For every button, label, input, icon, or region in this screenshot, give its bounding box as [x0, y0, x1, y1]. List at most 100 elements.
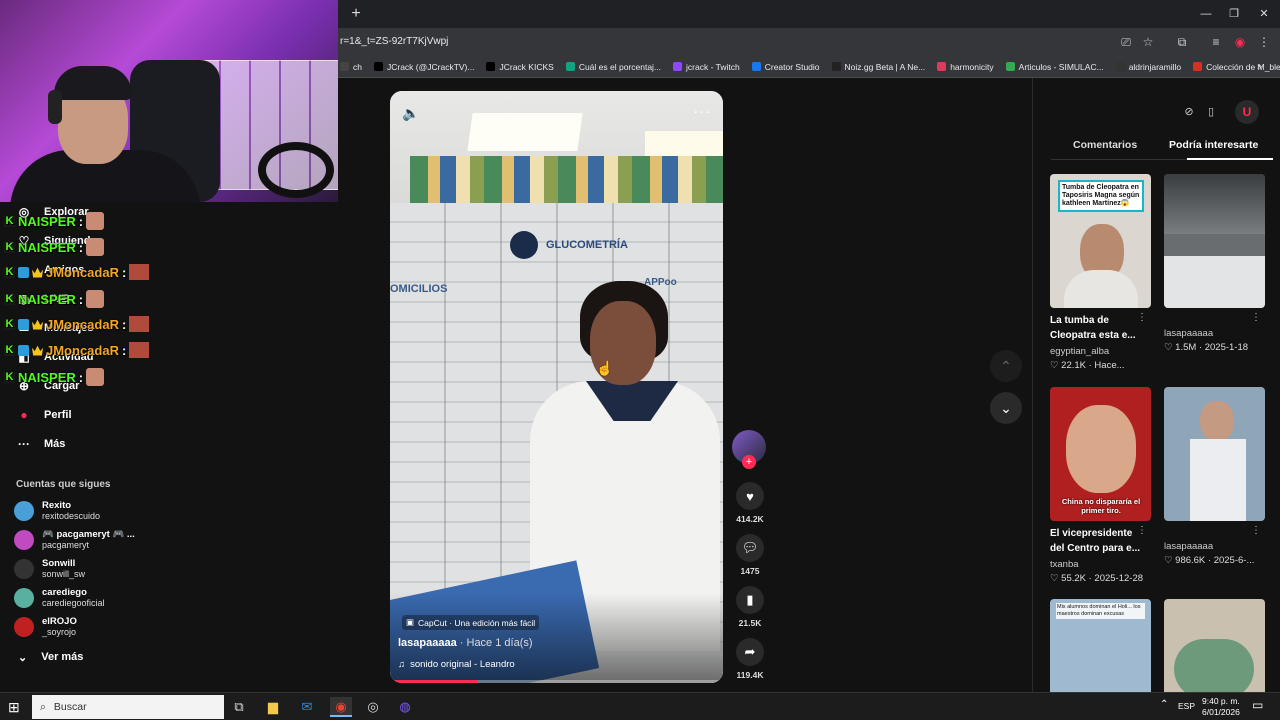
taskbar-search-input[interactable]: ⌕ Buscar	[32, 695, 224, 719]
video-thumbnail[interactable]: China no dispararía el primer tiro.	[1050, 387, 1151, 521]
bookmarks-more-button[interactable]: »	[1257, 61, 1262, 71]
clock[interactable]: 9:40 p. m. 6/01/2026	[1202, 696, 1240, 718]
see-more-label: Ver más	[41, 651, 84, 663]
follow-plus-icon[interactable]: +	[742, 455, 756, 469]
video-player[interactable]: GLUCOMETRÍA OMICILIOS APPoo 🔈 ··· ▣ CapCu…	[390, 91, 723, 683]
profile-icon[interactable]: ◉	[1232, 34, 1248, 50]
share-button[interactable]: ➦ 119.4K	[732, 638, 768, 680]
next-video-button[interactable]: ⌄	[990, 392, 1022, 424]
restore-button[interactable]: ❐	[1222, 6, 1246, 22]
more-options-icon[interactable]: ···	[693, 103, 711, 120]
followed-account[interactable]: Sonwill sonwill_sw	[14, 558, 85, 580]
bookmark-item[interactable]: aldrinjaramillo	[1115, 62, 1181, 72]
bookmark-item[interactable]: JCrack KICKS	[486, 62, 554, 72]
video-author[interactable]: lasapaaaaa	[398, 637, 457, 649]
install-icon[interactable]: ⎚	[1118, 34, 1134, 50]
card-author[interactable]: lasapaaaaa	[1164, 541, 1265, 552]
comment-button[interactable]: 💬︎ 1475	[732, 534, 768, 576]
video-thumbnail[interactable]: Mis alumnos dominan el Holi... los maest…	[1050, 599, 1151, 692]
bookmark-label: Creator Studio	[764, 61, 820, 72]
recommended-video-card[interactable]: China no dispararía el primer tiro. ⋮ El…	[1050, 387, 1151, 584]
card-author[interactable]: egyptian_alba	[1050, 346, 1151, 357]
capcut-badge[interactable]: ▣ CapCut · Una edición más fácil	[402, 615, 540, 630]
tab-comentarios[interactable]: Comentarios	[1073, 139, 1137, 151]
chrome-icon[interactable]: ◉	[330, 697, 352, 717]
recommended-video-card[interactable]	[1164, 599, 1265, 692]
card-title: El vicepresidente del Centro para e...	[1050, 528, 1141, 554]
media-icon[interactable]: ≡	[1208, 34, 1224, 50]
video-thumbnail[interactable]	[1164, 599, 1265, 692]
video-author-line[interactable]: lasapaaaaa · Hace 1 día(s)	[398, 637, 533, 649]
video-music[interactable]: ♫ sonido original - Leandro	[398, 659, 515, 670]
volume-icon[interactable]: 🔈	[402, 105, 420, 121]
extensions-icon[interactable]: ⧉	[1174, 34, 1190, 50]
card-more-icon[interactable]: ⋮	[1251, 525, 1261, 536]
see-more-button[interactable]: ⌄ Ver más	[18, 651, 83, 664]
previous-video-button[interactable]: ⌃	[990, 350, 1022, 382]
video-sign-text: OMICILIOS	[390, 283, 448, 295]
language-indicator[interactable]: ESP	[1178, 701, 1195, 711]
device-icon[interactable]: ▯	[1203, 104, 1219, 120]
creator-avatar[interactable]: +	[732, 430, 768, 470]
recommended-video-card[interactable]: ⋮ lasapaaaaa ♡ 986.6K · 2025-6-...	[1164, 387, 1265, 566]
bookmark-item[interactable]: ch	[340, 62, 362, 72]
tray-overflow-icon[interactable]: ⌃	[1160, 699, 1168, 710]
close-window-button[interactable]: ✕	[1252, 6, 1276, 22]
card-more-icon[interactable]: ⋮	[1137, 312, 1147, 323]
avatar	[14, 530, 34, 550]
bookmark-item[interactable]: JCrack (@JCrackTV)...	[373, 62, 474, 72]
obs-icon[interactable]: ◎	[362, 697, 384, 717]
bookmark-item[interactable]: harmonicity	[937, 62, 994, 72]
card-author[interactable]: lasapaaaaa	[1164, 328, 1265, 339]
bookmark-item[interactable]: Colección de M_blei...	[1193, 62, 1280, 72]
minimize-button[interactable]: —	[1194, 6, 1218, 22]
kick-badge-icon: K	[4, 370, 15, 383]
card-more-icon[interactable]: ⋮	[1251, 312, 1261, 323]
save-button[interactable]: ▮ 21.5K	[732, 586, 768, 628]
card-author[interactable]: txanba	[1050, 559, 1151, 570]
nav-mas[interactable]: ··· Más	[16, 436, 65, 452]
bookmark-item[interactable]: jcrack - Twitch	[673, 62, 740, 72]
file-explorer-icon[interactable]: ▆	[262, 697, 284, 717]
video-thumbnail[interactable]	[1164, 174, 1265, 308]
nav-perfil[interactable]: ● Perfil	[16, 407, 71, 423]
windows-start-icon[interactable]: ⊞	[8, 699, 24, 715]
video-thumbnail[interactable]	[1164, 387, 1265, 521]
bookmark-favicon-icon	[673, 62, 683, 71]
card-more-icon[interactable]: ⋮	[1137, 525, 1147, 536]
outlook-icon[interactable]: ✉	[296, 697, 318, 717]
recommended-video-card[interactable]: Tumba de Cleopatra en Taposiris Magna se…	[1050, 174, 1151, 371]
video-thumbnail[interactable]: Tumba de Cleopatra en Taposiris Magna se…	[1050, 174, 1151, 308]
task-view-icon[interactable]: ⧉	[228, 697, 250, 717]
chat-username: NAISPER	[18, 291, 76, 307]
tab-podria-interesarte[interactable]: Podría interesarte	[1169, 139, 1258, 151]
like-button[interactable]: ♥ 414.2K	[732, 482, 768, 524]
bookmark-item[interactable]: Creator Studio	[751, 61, 820, 72]
bookmark-item[interactable]: Articulos - SIMULAC...	[1005, 62, 1104, 72]
thumbnail-caption: Mis alumnos dominan el Holi... los maest…	[1056, 603, 1145, 619]
video-progress-bar[interactable]	[390, 680, 723, 683]
compass-icon[interactable]: ⊘	[1181, 104, 1197, 120]
followed-account[interactable]: 🎮 pacgameryt 🎮 ... pacgameryt	[14, 529, 135, 551]
bookmark-item[interactable]: Noiz.gg Beta | A Ne...	[831, 61, 926, 72]
profile-icon[interactable]: U	[1235, 100, 1259, 124]
bookmark-favicon-icon	[937, 62, 947, 71]
mouse-cursor-icon: ☝	[596, 360, 614, 376]
notifications-icon[interactable]: ▭	[1252, 698, 1263, 712]
clock-time: 9:40 p. m.	[1202, 696, 1240, 706]
bookmark-label: Noiz.gg Beta | A Ne...	[844, 61, 926, 72]
new-tab-button[interactable]: +	[346, 4, 366, 24]
menu-dots-icon[interactable]: ⋮	[1256, 34, 1272, 50]
bookmark-star-icon[interactable]: ☆	[1140, 34, 1156, 50]
streamer-cap	[54, 66, 132, 100]
address-bar[interactable]: r=1&_t=ZS-92rT7KjVwpj	[338, 32, 1098, 52]
recommended-video-card[interactable]: Mis alumnos dominan el Holi... los maest…	[1050, 599, 1151, 692]
screen: + — ❐ ✕ r=1&_t=ZS-92rT7KjVwpj ⎚ ☆ ⧉ ≡ ◉ …	[0, 0, 1280, 720]
recommended-video-card[interactable]: ⋮ lasapaaaaa ♡ 1.5M · 2025-1-18	[1164, 174, 1265, 353]
bookmark-favicon-icon	[340, 62, 349, 71]
discord-icon[interactable]: ◍	[394, 697, 416, 717]
followed-account[interactable]: carediego carediegooficial	[14, 587, 105, 609]
bookmark-item[interactable]: Cuál es el porcentaj...	[565, 62, 661, 72]
followed-account[interactable]: Rexito rexitodescuido	[14, 500, 100, 522]
followed-account[interactable]: elROJO _soyrojo	[14, 616, 77, 638]
